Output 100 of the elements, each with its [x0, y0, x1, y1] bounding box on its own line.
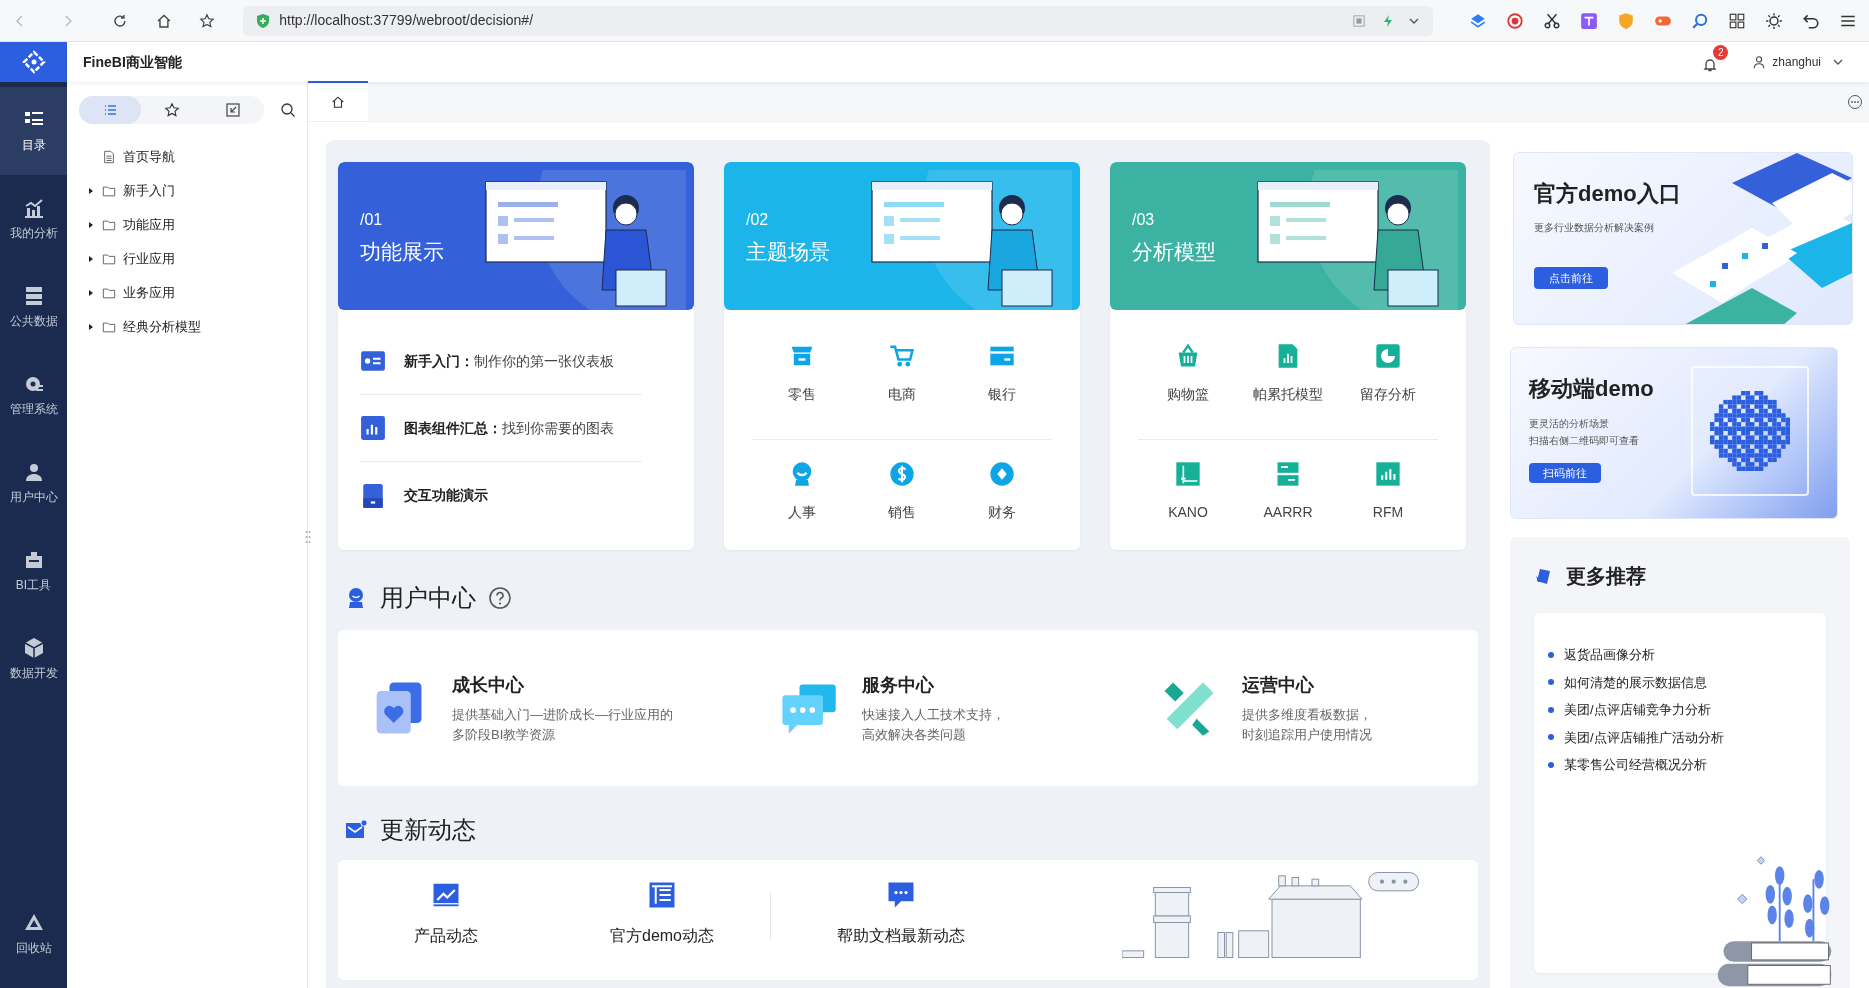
star-icon[interactable] — [199, 12, 216, 29]
tablet-icon — [360, 482, 386, 509]
card-title: 分析模型 — [1132, 239, 1217, 265]
demo-banner[interactable]: 官方demo入口 更多行业数据分析解决案例 点击前往 — [1513, 152, 1853, 325]
help-icon[interactable] — [488, 586, 512, 610]
nav-item[interactable]: 我的分析 — [0, 175, 67, 263]
user-icon — [1752, 55, 1767, 69]
go-button[interactable]: 点击前往 — [1534, 267, 1608, 289]
scene-link[interactable]: AARRR — [1238, 440, 1338, 548]
translate-icon[interactable] — [1580, 11, 1598, 30]
tree-item[interactable]: 经典分析模型 — [67, 310, 307, 344]
service-description: 快速接入人工技术支持， 高效解决各类问题 — [862, 705, 1005, 744]
bell-icon — [1702, 57, 1719, 73]
id-card-icon — [360, 348, 386, 374]
recommend-link[interactable]: 返货品画像分析 — [1564, 645, 1655, 665]
card-number: /01 — [360, 210, 384, 230]
home-tab[interactable] — [308, 81, 368, 121]
tree-item[interactable]: 行业应用 — [67, 242, 307, 276]
nav-item[interactable]: 目录 — [0, 87, 67, 175]
recommend-link[interactable]: 美团/点评店铺竞争力分析 — [1564, 700, 1711, 720]
folder-icon — [102, 252, 116, 266]
newspaper-icon — [647, 880, 677, 910]
scan-button[interactable]: 扫码前往 — [1529, 463, 1601, 483]
banner-subtitle: 更灵活的分析场景 扫描右侧二维码即可查看 — [1529, 417, 1640, 448]
tree-item[interactable]: 功能应用 — [67, 208, 307, 242]
scene-link[interactable]: 财务 — [952, 440, 1052, 548]
document-icon — [102, 150, 116, 164]
reload-icon[interactable] — [111, 12, 128, 29]
tree-item[interactable]: 业务应用 — [67, 276, 307, 310]
scene-link[interactable]: 人事 — [752, 440, 852, 548]
nav-item[interactable]: 数据开发 — [0, 615, 67, 703]
recommend-link[interactable]: 美团/点评店铺推广活动分析 — [1564, 727, 1724, 747]
bar-chart-icon — [360, 415, 386, 441]
resize-handle[interactable] — [305, 530, 311, 544]
chat-icon — [886, 880, 916, 910]
update-link[interactable]: 帮助文档最新动态 — [771, 880, 1031, 948]
scene-link[interactable]: 留存分析 — [1338, 332, 1438, 440]
section-title: 更多推荐 — [1566, 564, 1646, 589]
qr-code-icon — [1710, 391, 1790, 471]
service-description: 提供基础入门—进阶成长—行业应用的 多阶段BI教学资源 — [452, 705, 673, 744]
caret-right-icon[interactable] — [87, 255, 95, 263]
scene-link[interactable]: 帕累托模型 — [1238, 332, 1338, 440]
service-title[interactable]: 成长中心 — [452, 671, 673, 699]
folder-icon — [102, 218, 116, 232]
scene-link[interactable]: RFM — [1338, 440, 1438, 548]
recommend-link[interactable]: 如何清楚的展示数据信息 — [1564, 672, 1707, 692]
more-icon[interactable] — [1847, 94, 1863, 110]
folder-icon — [102, 286, 116, 300]
card-number: /03 — [1132, 210, 1156, 230]
scissors-icon[interactable] — [1543, 11, 1561, 30]
scene-link[interactable]: KANO — [1138, 440, 1238, 548]
axes-icon — [1174, 460, 1202, 488]
service-title[interactable]: 服务中心 — [862, 671, 1005, 699]
scene-link[interactable]: 购物篮 — [1138, 332, 1238, 440]
qr-icon — [1353, 14, 1365, 27]
guide-link[interactable]: 图表组件汇总：找到你需要的图表 — [360, 395, 642, 462]
service-description: 提供多维度看板数据， 时刻追踪用户使用情况 — [1242, 705, 1372, 744]
card-number: /02 — [746, 210, 770, 230]
grid-icon[interactable] — [1728, 11, 1746, 30]
bullet — [1548, 761, 1554, 768]
service-title[interactable]: 运营中心 — [1242, 671, 1372, 699]
scene-link[interactable]: 电商 — [852, 332, 952, 440]
stamp-icon[interactable] — [1506, 11, 1524, 30]
caret-right-icon[interactable] — [87, 187, 95, 195]
nav-item[interactable]: 公共数据 — [0, 263, 67, 351]
guide-link[interactable]: 交互功能演示 — [360, 462, 672, 529]
bullet — [1548, 734, 1554, 741]
star-icon — [163, 102, 180, 118]
home-icon[interactable] — [155, 12, 172, 29]
notification-badge: 2 — [1713, 45, 1729, 60]
sun-icon[interactable] — [1765, 11, 1783, 30]
caret-right-icon[interactable] — [87, 323, 95, 331]
nav-item[interactable]: 用户中心 — [0, 439, 67, 527]
tree-item[interactable]: 新手入门 — [67, 174, 307, 208]
folder-icon — [102, 320, 116, 334]
user-menu[interactable]: zhanghui — [1752, 53, 1845, 71]
search-icon[interactable] — [280, 102, 296, 118]
update-link[interactable]: 产品动态 — [338, 880, 554, 948]
home-icon — [331, 95, 345, 109]
caret-right-icon[interactable] — [87, 221, 95, 229]
scene-link[interactable]: 零售 — [752, 332, 852, 440]
nav-item[interactable]: 回收站 — [0, 890, 67, 978]
recommend-link[interactable]: 某零售公司经营概况分析 — [1564, 755, 1707, 775]
bullet — [1548, 651, 1554, 658]
panel-tab[interactable] — [79, 96, 141, 124]
notification-button[interactable]: 2 — [1702, 45, 1729, 73]
scene-link[interactable]: 银行 — [952, 332, 1052, 440]
caret-right-icon[interactable] — [87, 289, 95, 297]
nav-item[interactable]: 管理系统 — [0, 351, 67, 439]
address-bar[interactable]: http://localhost:37799/webroot/decision#/ — [243, 5, 1433, 36]
tree-item[interactable]: 首页导航 — [67, 140, 307, 174]
mobile-banner[interactable]: 移动端demo 更灵活的分析场景 扫描右侧二维码即可查看 扫码前往 — [1510, 347, 1838, 519]
nav-item[interactable]: BI工具 — [0, 527, 67, 615]
scene-link[interactable]: 销售 — [852, 440, 952, 548]
update-link[interactable]: 官方demo动态 — [554, 880, 770, 948]
url-text: http://localhost:37799/webroot/decision#/ — [279, 11, 535, 30]
dollar-icon — [888, 460, 916, 488]
card-title: 功能展示 — [360, 239, 445, 265]
bolt-icon — [1381, 13, 1395, 28]
guide-link[interactable]: 新手入门：制作你的第一张仪表板 — [360, 328, 642, 395]
